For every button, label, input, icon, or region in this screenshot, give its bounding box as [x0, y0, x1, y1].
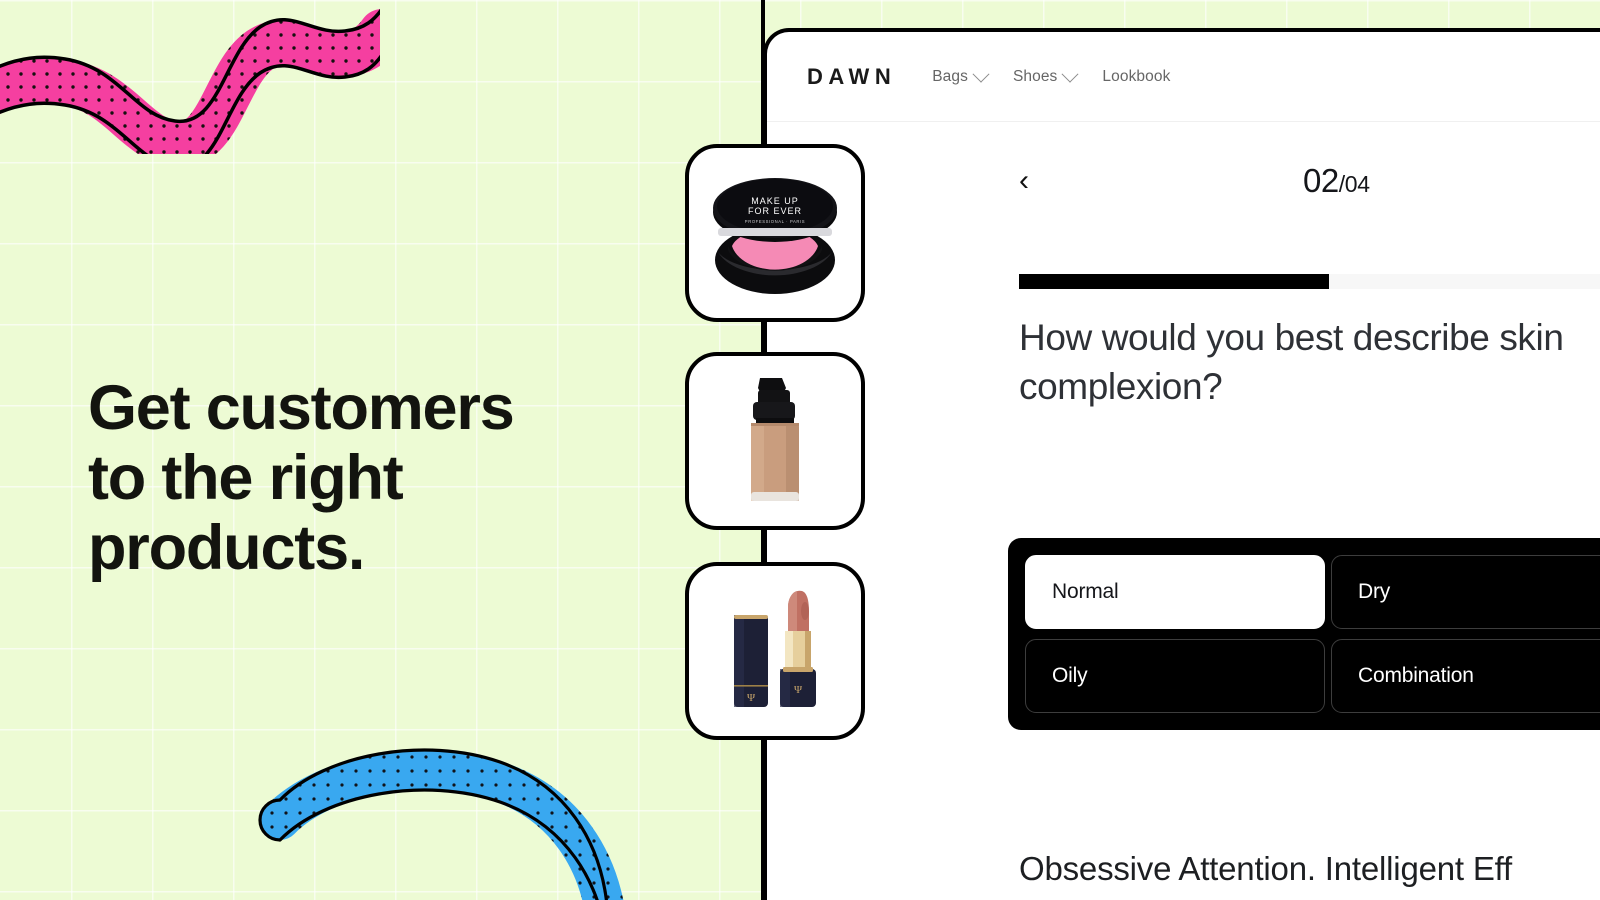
- nav-item-label: Bags: [932, 67, 968, 85]
- blush-compact-image: MAKE UP FOR EVER PROFESSIONAL · PARIS: [689, 148, 861, 318]
- brand-logo[interactable]: DAWN: [807, 64, 896, 90]
- step-current: 02: [1303, 162, 1339, 199]
- product-card-lipstick[interactable]: Ψ Ψ: [685, 562, 865, 740]
- nav-item-lookbook[interactable]: Lookbook: [1102, 68, 1170, 86]
- site-preview-panel: DAWN Bags Shoes Lookbook ‹ 02/04 How wou…: [763, 28, 1600, 900]
- product-quiz: ‹ 02/04 How would you best describe skin…: [1008, 162, 1600, 887]
- foundation-bottle-image: [689, 356, 861, 526]
- option-oily[interactable]: Oily: [1025, 639, 1325, 713]
- headline-line-1: Get customers: [88, 373, 515, 444]
- nav-item-label: Lookbook: [1102, 67, 1171, 85]
- nav-item-label: Shoes: [1012, 67, 1058, 85]
- headline-line-2: to the right: [88, 443, 404, 514]
- progress-fill: [1019, 274, 1329, 289]
- progress-track: [1019, 274, 1600, 289]
- page-title: Get customers to the right products.: [88, 373, 648, 584]
- chevron-down-icon: [972, 65, 990, 83]
- question-text: How would you best describe skin complex…: [1019, 317, 1564, 407]
- step-counter: 02/04: [1303, 162, 1370, 200]
- nav-item-shoes[interactable]: Shoes: [1012, 65, 1079, 86]
- svg-text:FOR EVER: FOR EVER: [748, 206, 802, 216]
- step-total: /04: [1338, 171, 1370, 197]
- headline-line-3: products.: [88, 513, 365, 584]
- option-dry[interactable]: Dry: [1331, 555, 1600, 629]
- product-card-foundation[interactable]: [685, 352, 865, 530]
- options-panel: Normal Dry Oily Combination: [1008, 538, 1600, 730]
- chevron-down-icon: [1061, 65, 1079, 83]
- option-label: Normal: [1052, 580, 1119, 603]
- option-normal[interactable]: Normal: [1025, 555, 1325, 629]
- svg-text:Ψ: Ψ: [747, 692, 756, 704]
- back-button[interactable]: ‹: [1019, 162, 1049, 202]
- option-label: Oily: [1052, 664, 1088, 687]
- option-combination[interactable]: Combination: [1331, 639, 1600, 713]
- landing-page-hero: Get customers to the right products. DAW…: [0, 0, 1600, 900]
- option-label: Dry: [1358, 580, 1391, 603]
- option-label: Combination: [1358, 664, 1474, 687]
- svg-text:PROFESSIONAL · PARIS: PROFESSIONAL · PARIS: [745, 219, 805, 224]
- nav-item-bags[interactable]: Bags: [932, 65, 990, 86]
- svg-text:MAKE UP: MAKE UP: [751, 196, 799, 206]
- product-card-blush[interactable]: MAKE UP FOR EVER PROFESSIONAL · PARIS: [685, 144, 865, 322]
- svg-text:Ψ: Ψ: [794, 684, 803, 696]
- quiz-topbar: ‹ 02/04: [1019, 162, 1600, 208]
- site-header: DAWN Bags Shoes Lookbook: [767, 32, 1600, 122]
- lipstick-pair-image: Ψ Ψ: [689, 566, 861, 736]
- tagline: Obsessive Attention. Intelligent Eff: [1019, 850, 1512, 887]
- site-nav: Bags Shoes Lookbook: [932, 65, 1170, 86]
